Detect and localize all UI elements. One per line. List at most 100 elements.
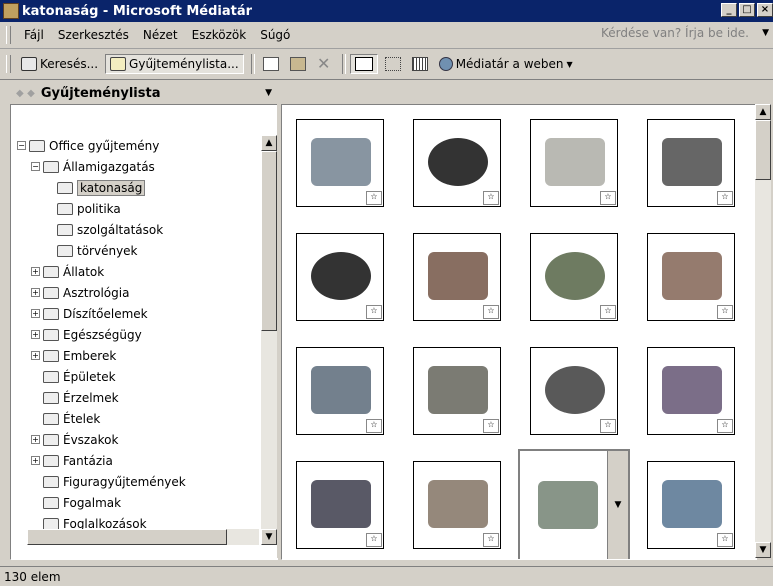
tree-item-label: politika (77, 201, 121, 216)
clip-motion-badge-icon: ☆ (483, 533, 499, 547)
clip-thumbnail[interactable]: ☆ (647, 347, 735, 435)
tree-item[interactable]: katonaság (17, 177, 257, 198)
thumbnails-view-button[interactable] (349, 54, 378, 74)
folder-icon (43, 160, 59, 173)
minimize-button[interactable]: _ (721, 3, 737, 17)
expand-icon[interactable]: + (31, 309, 40, 318)
tree-item[interactable]: Ételek (17, 408, 257, 429)
tree-hscroll-thumb[interactable] (27, 529, 227, 545)
gallery-vertical-scrollbar[interactable]: ▲ ▼ (755, 104, 771, 558)
expand-icon[interactable]: + (31, 456, 40, 465)
soldier-binoculars-icon (662, 252, 722, 300)
collapse-icon[interactable]: − (31, 162, 40, 171)
clip-motion-badge-icon: ☆ (366, 305, 382, 319)
clip-thumbnail[interactable]: ☆ (413, 347, 501, 435)
menu-file[interactable]: Fájl (17, 28, 51, 42)
copy-button[interactable] (259, 54, 283, 74)
tree-item[interactable]: Fogalmak (17, 492, 257, 513)
expand-icon[interactable]: + (31, 330, 40, 339)
tree-item[interactable]: + Egészségügy (17, 324, 257, 345)
expand-icon[interactable]: + (31, 351, 40, 360)
battleship-icon (662, 480, 722, 528)
clip-thumbnail[interactable]: ☆ (647, 119, 735, 207)
delete-button[interactable]: ✕ (313, 54, 335, 74)
tree-item[interactable]: − Államigazgatás (17, 156, 257, 177)
back-forward-icon[interactable]: ◆ ◆ (16, 88, 35, 99)
tree-vertical-scrollbar[interactable]: ▲ ▼ (261, 135, 277, 545)
tree-item[interactable]: politika (17, 198, 257, 219)
menu-help[interactable]: Súgó (253, 28, 297, 42)
rocket-face-icon (662, 138, 722, 186)
help-question-box[interactable]: Kérdése van? Írja be ide. (601, 26, 749, 40)
tree-item[interactable]: + Fantázia (17, 450, 257, 471)
clip-thumbnail[interactable]: ☆ (530, 233, 618, 321)
clip-thumbnail[interactable]: ☆ (413, 461, 501, 549)
gallery-scroll-thumb[interactable] (755, 120, 771, 180)
menu-view[interactable]: Nézet (136, 28, 185, 42)
clip-thumbnail[interactable]: ▼ (518, 449, 630, 559)
scroll-down-icon[interactable]: ▼ (261, 529, 277, 545)
helmet-face-icon (311, 366, 371, 414)
clip-thumbnail[interactable]: ☆ (413, 119, 501, 207)
tree-item[interactable]: + Állatok (17, 261, 257, 282)
scroll-up-icon[interactable]: ▲ (261, 135, 277, 151)
list-view-button[interactable] (381, 54, 405, 74)
clip-thumbnail[interactable]: ☆ (296, 347, 384, 435)
menu-tools[interactable]: Eszközök (185, 28, 254, 42)
collection-list-button[interactable]: Gyűjteménylista... (105, 54, 244, 74)
chevron-down-icon[interactable]: ▼ (265, 88, 272, 98)
clip-motion-badge-icon: ☆ (366, 419, 382, 433)
menu-grip[interactable] (6, 26, 11, 44)
clip-motion-badge-icon: ☆ (717, 191, 733, 205)
paste-button[interactable] (286, 54, 310, 74)
tree-item[interactable]: törvények (17, 240, 257, 261)
search-button[interactable]: Keresés... (17, 54, 102, 74)
tree-item-label: Államigazgatás (63, 159, 155, 174)
folder-icon (110, 57, 127, 71)
tree-item[interactable]: Érzelmek (17, 387, 257, 408)
tree-horizontal-scrollbar[interactable] (27, 529, 259, 545)
maximize-button[interactable]: □ (739, 3, 755, 17)
clip-thumbnail[interactable]: ☆ (296, 233, 384, 321)
clip-thumbnail[interactable]: ☆ (296, 461, 384, 549)
clip-thumbnail[interactable]: ☆ (296, 119, 384, 207)
scroll-down-icon[interactable]: ▼ (755, 542, 771, 558)
collection-tree-panel: − Office gyűjtemény − Államigazgatás katonas… (10, 104, 278, 560)
tree-scroll-thumb[interactable] (261, 151, 277, 331)
clip-motion-badge-icon: ☆ (717, 533, 733, 547)
expand-icon[interactable]: + (31, 267, 40, 276)
chevron-down-icon[interactable]: ▼ (762, 28, 769, 38)
scroll-up-icon[interactable]: ▲ (755, 104, 771, 120)
tree-item-label: Emberek (63, 348, 117, 363)
tree-item-label: Asztrológia (63, 285, 130, 300)
web-gallery-button[interactable]: Médiatár a weben ▼ (435, 54, 577, 74)
paste-icon (289, 57, 306, 71)
tree-item[interactable]: + Asztrológia (17, 282, 257, 303)
expand-icon[interactable]: + (31, 435, 40, 444)
clip-thumbnail[interactable]: ☆ (647, 233, 735, 321)
folder-icon (43, 517, 59, 530)
toolbar-grip[interactable] (6, 55, 11, 73)
clip-options-dropdown-icon[interactable]: ▼ (607, 451, 628, 559)
clip-thumbnail[interactable]: ☆ (530, 119, 618, 207)
clip-motion-badge-icon: ☆ (600, 305, 616, 319)
menu-edit[interactable]: Szerkesztés (51, 28, 136, 42)
tree-item[interactable]: + Emberek (17, 345, 257, 366)
expand-icon[interactable]: + (31, 288, 40, 297)
tree-item[interactable]: + Évszakok (17, 429, 257, 450)
tree-item[interactable]: Figuragyűjtemények (17, 471, 257, 492)
close-button[interactable]: × (757, 3, 773, 17)
tree-item[interactable]: szolgáltatások (17, 219, 257, 240)
clip-thumbnail[interactable]: ☆ (647, 461, 735, 549)
small-figures-icon (428, 252, 488, 300)
folder-icon (43, 433, 59, 446)
clip-thumbnail[interactable]: ☆ (530, 347, 618, 435)
collapse-icon[interactable]: − (17, 141, 26, 150)
clip-thumbnail[interactable]: ☆ (413, 233, 501, 321)
tree-item-label: Egészségügy (63, 327, 142, 342)
tree-item[interactable]: Épületek (17, 366, 257, 387)
details-view-button[interactable] (408, 54, 432, 74)
tree-item[interactable]: − Office gyűjtemény (17, 135, 257, 156)
saluting-soldier-icon (428, 366, 488, 414)
tree-item[interactable]: + Díszítőelemek (17, 303, 257, 324)
